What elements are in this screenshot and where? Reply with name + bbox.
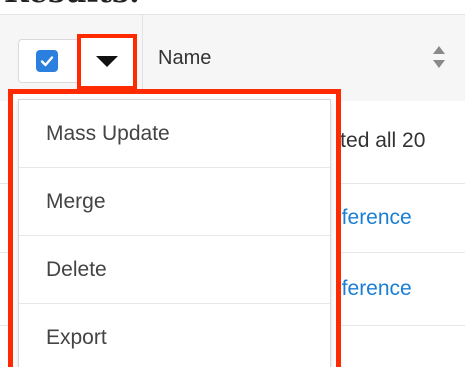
sort-icon[interactable]: [431, 44, 447, 70]
actions-dropdown-toggle[interactable]: [77, 34, 137, 90]
record-name-link[interactable]: nference: [330, 206, 412, 230]
menu-item-export[interactable]: Export: [19, 304, 330, 367]
select-all-checkbox[interactable]: [36, 50, 58, 72]
bulk-actions-menu-list: Mass Update Merge Delete Export: [18, 99, 331, 367]
column-header-name[interactable]: Name: [158, 47, 211, 70]
bulk-actions-menu: Mass Update Merge Delete Export: [8, 89, 341, 367]
checkmark-icon: [40, 56, 54, 67]
menu-item-mass-update[interactable]: Mass Update: [19, 100, 330, 168]
record-name-link[interactable]: nference: [330, 277, 412, 301]
menu-item-delete[interactable]: Delete: [19, 236, 330, 304]
caret-down-icon: [96, 56, 118, 67]
menu-item-merge[interactable]: Merge: [19, 168, 330, 236]
bulk-actions-group: [18, 34, 137, 90]
page-heading: Results:: [4, 0, 140, 10]
list-view: Results: Name ected all 20 nference: [0, 0, 465, 367]
